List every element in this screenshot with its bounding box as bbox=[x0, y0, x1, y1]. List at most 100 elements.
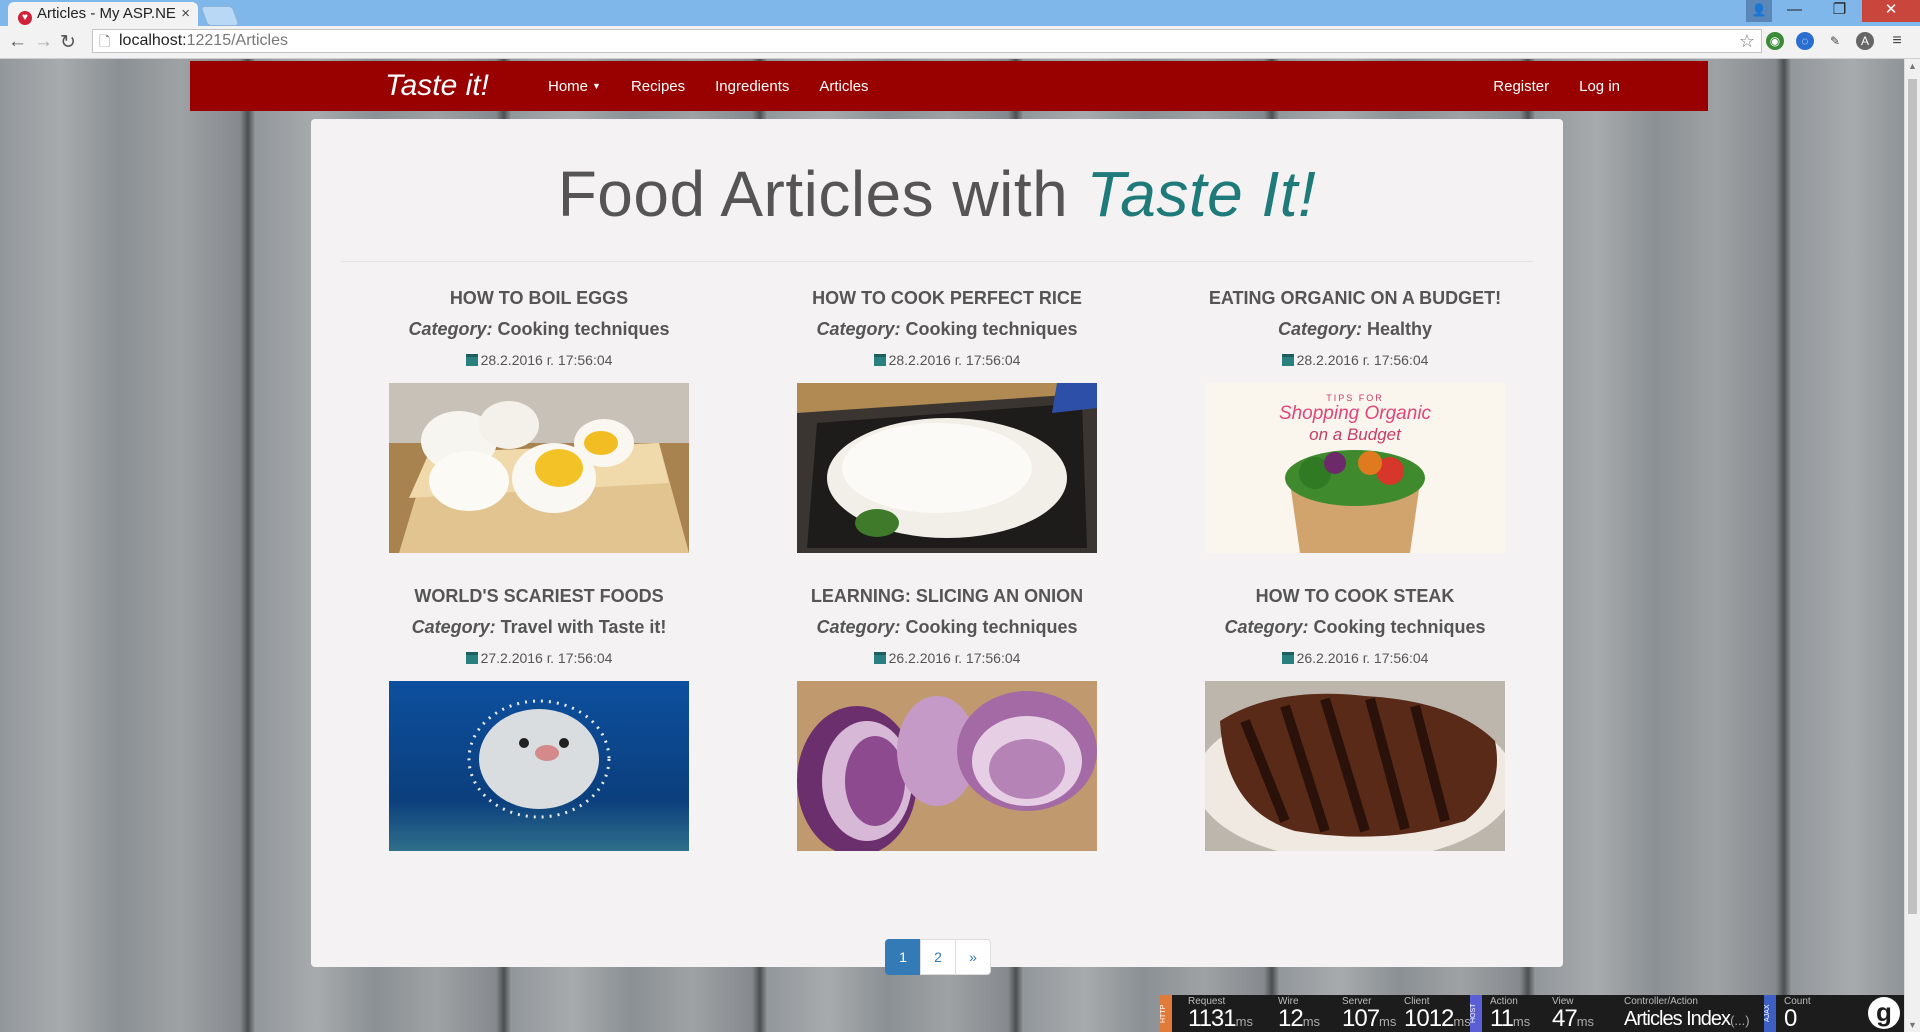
category-value: Cooking techniques bbox=[497, 319, 670, 339]
calendar-icon bbox=[873, 652, 886, 664]
article-category: Category: Cooking techniques bbox=[757, 319, 1137, 340]
article-title[interactable]: WORLD'S SCARIEST FOODS bbox=[349, 586, 729, 607]
image-caption-top: TIPS FOR bbox=[1326, 393, 1384, 403]
controller-value: Articles Index bbox=[1624, 1008, 1731, 1030]
glimpse-logo-icon[interactable]: g bbox=[1868, 997, 1900, 1029]
article-card: HOW TO BOIL EGGS Category: Cooking techn… bbox=[349, 288, 729, 553]
extension-globe-icon[interactable]: ◉ bbox=[1766, 32, 1784, 50]
bookmark-star-icon[interactable]: ☆ bbox=[1739, 30, 1755, 52]
address-bar[interactable]: 🗋 localhost:12215/Articles ☆ bbox=[92, 29, 1762, 53]
controller-label: Controller/Action bbox=[1624, 996, 1698, 1007]
article-title[interactable]: HOW TO COOK PERFECT RICE bbox=[757, 288, 1137, 309]
scroll-down-icon[interactable]: ▼ bbox=[1908, 1020, 1917, 1030]
site-navbar: Taste it! Home ▼ Recipes Ingredients Arti… bbox=[190, 61, 1708, 111]
browser-toolbar: ← → ↻ 🗋 localhost:12215/Articles ☆ ◉ ◌ ✎… bbox=[0, 26, 1920, 59]
content-panel: Food Articles with Taste It! HOW TO BOIL… bbox=[311, 119, 1563, 975]
article-title[interactable]: HOW TO COOK STEAK bbox=[1165, 586, 1545, 607]
tab-close-icon[interactable]: × bbox=[181, 5, 190, 22]
glimpse-client[interactable]: Client 1012ms bbox=[1404, 997, 1471, 1031]
date-value: 26.2.2016 г. 17:56:04 bbox=[888, 650, 1021, 666]
nav-ingredients[interactable]: Ingredients bbox=[715, 78, 789, 95]
article-card: LEARNING: SLICING AN ONION Category: Coo… bbox=[757, 586, 1137, 851]
next-page-button[interactable]: » bbox=[955, 939, 991, 975]
date-value: 28.2.2016 г. 17:56:04 bbox=[888, 352, 1021, 368]
nav-register[interactable]: Register bbox=[1493, 78, 1549, 95]
article-image-organic[interactable]: TIPS FOR Shopping Organic on a Budget bbox=[1205, 383, 1505, 553]
wire-value: 12 bbox=[1278, 1005, 1304, 1032]
category-label: Category: bbox=[1277, 319, 1362, 339]
scrollbar-thumb[interactable] bbox=[1908, 79, 1917, 914]
view-unit: ms bbox=[1576, 1014, 1595, 1029]
article-card: HOW TO COOK PERFECT RICE Category: Cooki… bbox=[757, 288, 1137, 553]
glimpse-server[interactable]: Server 107ms bbox=[1342, 997, 1396, 1031]
brand-logo[interactable]: Taste it! bbox=[385, 69, 489, 103]
date-value: 27.2.2016 г. 17:56:04 bbox=[480, 650, 613, 666]
page-scrollbar[interactable]: ▲ ▼ bbox=[1904, 59, 1920, 1032]
page-2-button[interactable]: 2 bbox=[920, 939, 956, 975]
ajax-tag: AJAX bbox=[1764, 995, 1776, 1032]
article-title[interactable]: HOW TO BOIL EGGS bbox=[349, 288, 729, 309]
article-image-pufferfish[interactable] bbox=[389, 681, 689, 851]
glimpse-controller[interactable]: Controller/Action Articles Index(...) bbox=[1624, 997, 1750, 1031]
article-card: HOW TO COOK STEAK Category: Cooking tech… bbox=[1165, 586, 1545, 851]
date-value: 28.2.2016 г. 17:56:04 bbox=[1296, 352, 1429, 368]
category-value: Travel with Taste it! bbox=[500, 617, 667, 637]
host-tag: HOST bbox=[1470, 995, 1482, 1032]
article-date: 28.2.2016 г. 17:56:04 bbox=[1165, 352, 1545, 368]
window-controls: 👤 — ❐ ✕ bbox=[1746, 0, 1920, 22]
date-value: 28.2.2016 г. 17:56:04 bbox=[480, 352, 613, 368]
back-icon[interactable]: ← bbox=[8, 31, 27, 53]
calendar-icon bbox=[873, 354, 886, 366]
forward-icon[interactable]: → bbox=[34, 31, 53, 53]
extension-dropper-icon[interactable]: ✎ bbox=[1826, 32, 1844, 50]
extension-blue-icon[interactable]: ◌ bbox=[1796, 32, 1814, 50]
nav-home-label: Home bbox=[548, 78, 589, 95]
category-value: Healthy bbox=[1367, 319, 1433, 339]
calendar-icon bbox=[1281, 652, 1294, 664]
article-category: Category: Cooking techniques bbox=[349, 319, 729, 340]
extension-angular-icon[interactable]: A bbox=[1856, 32, 1874, 50]
image-caption-line1: Shopping Organic bbox=[1278, 403, 1432, 424]
glimpse-wire[interactable]: Wire 12ms bbox=[1278, 997, 1320, 1031]
nav-recipes[interactable]: Recipes bbox=[631, 78, 685, 95]
calendar-icon bbox=[465, 652, 478, 664]
scroll-up-icon[interactable]: ▲ bbox=[1908, 61, 1917, 71]
action-value: 11 bbox=[1490, 1005, 1514, 1032]
article-title[interactable]: LEARNING: SLICING AN ONION bbox=[757, 586, 1137, 607]
article-image-rice[interactable] bbox=[797, 383, 1097, 553]
page-1-button[interactable]: 1 bbox=[885, 939, 921, 975]
glimpse-action[interactable]: Action 11ms bbox=[1490, 997, 1530, 1031]
glimpse-count[interactable]: Count 0 bbox=[1784, 997, 1811, 1031]
menu-icon[interactable]: ≡ bbox=[1888, 32, 1906, 50]
glimpse-view[interactable]: View 47ms bbox=[1552, 997, 1594, 1031]
client-unit: ms bbox=[1453, 1014, 1471, 1029]
pagination: 1 2 » bbox=[885, 939, 991, 975]
article-title[interactable]: EATING ORGANIC ON A BUDGET! bbox=[1165, 288, 1545, 309]
category-value: Cooking techniques bbox=[905, 319, 1078, 339]
nav-articles[interactable]: Articles bbox=[819, 78, 868, 95]
minimize-button[interactable]: — bbox=[1772, 0, 1817, 22]
glimpse-request[interactable]: Request 1131ms bbox=[1188, 997, 1253, 1031]
category-label: Category: bbox=[816, 319, 901, 339]
controller-suffix: (...) bbox=[1730, 1013, 1750, 1028]
image-caption-line2: on a Budget bbox=[1309, 425, 1401, 444]
nav-home[interactable]: Home ▼ bbox=[548, 78, 601, 95]
new-tab-button[interactable] bbox=[200, 6, 240, 26]
category-label: Category: bbox=[816, 617, 901, 637]
article-image-steak[interactable] bbox=[1205, 681, 1505, 851]
nav-login[interactable]: Log in bbox=[1579, 78, 1620, 95]
article-image-eggs[interactable] bbox=[389, 383, 689, 553]
article-image-onion[interactable] bbox=[797, 681, 1097, 851]
main-nav: Home ▼ Recipes Ingredients Articles bbox=[548, 78, 899, 95]
browser-titlebar: ♥ Articles - My ASP.NE × 👤 — ❐ ✕ bbox=[0, 0, 1920, 26]
page-viewport: Taste it! Home ▼ Recipes Ingredients Arti… bbox=[0, 59, 1904, 1032]
category-value: Cooking techniques bbox=[1313, 617, 1486, 637]
profile-icon[interactable]: 👤 bbox=[1746, 0, 1772, 22]
close-window-button[interactable]: ✕ bbox=[1862, 0, 1920, 22]
reload-icon[interactable]: ↻ bbox=[60, 31, 76, 54]
view-value: 47 bbox=[1552, 1005, 1578, 1032]
account-nav: Register Log in bbox=[1463, 78, 1620, 95]
maximize-button[interactable]: ❐ bbox=[1817, 0, 1862, 22]
browser-tab[interactable]: ♥ Articles - My ASP.NE × bbox=[8, 2, 198, 26]
article-category: Category: Travel with Taste it! bbox=[349, 617, 729, 638]
